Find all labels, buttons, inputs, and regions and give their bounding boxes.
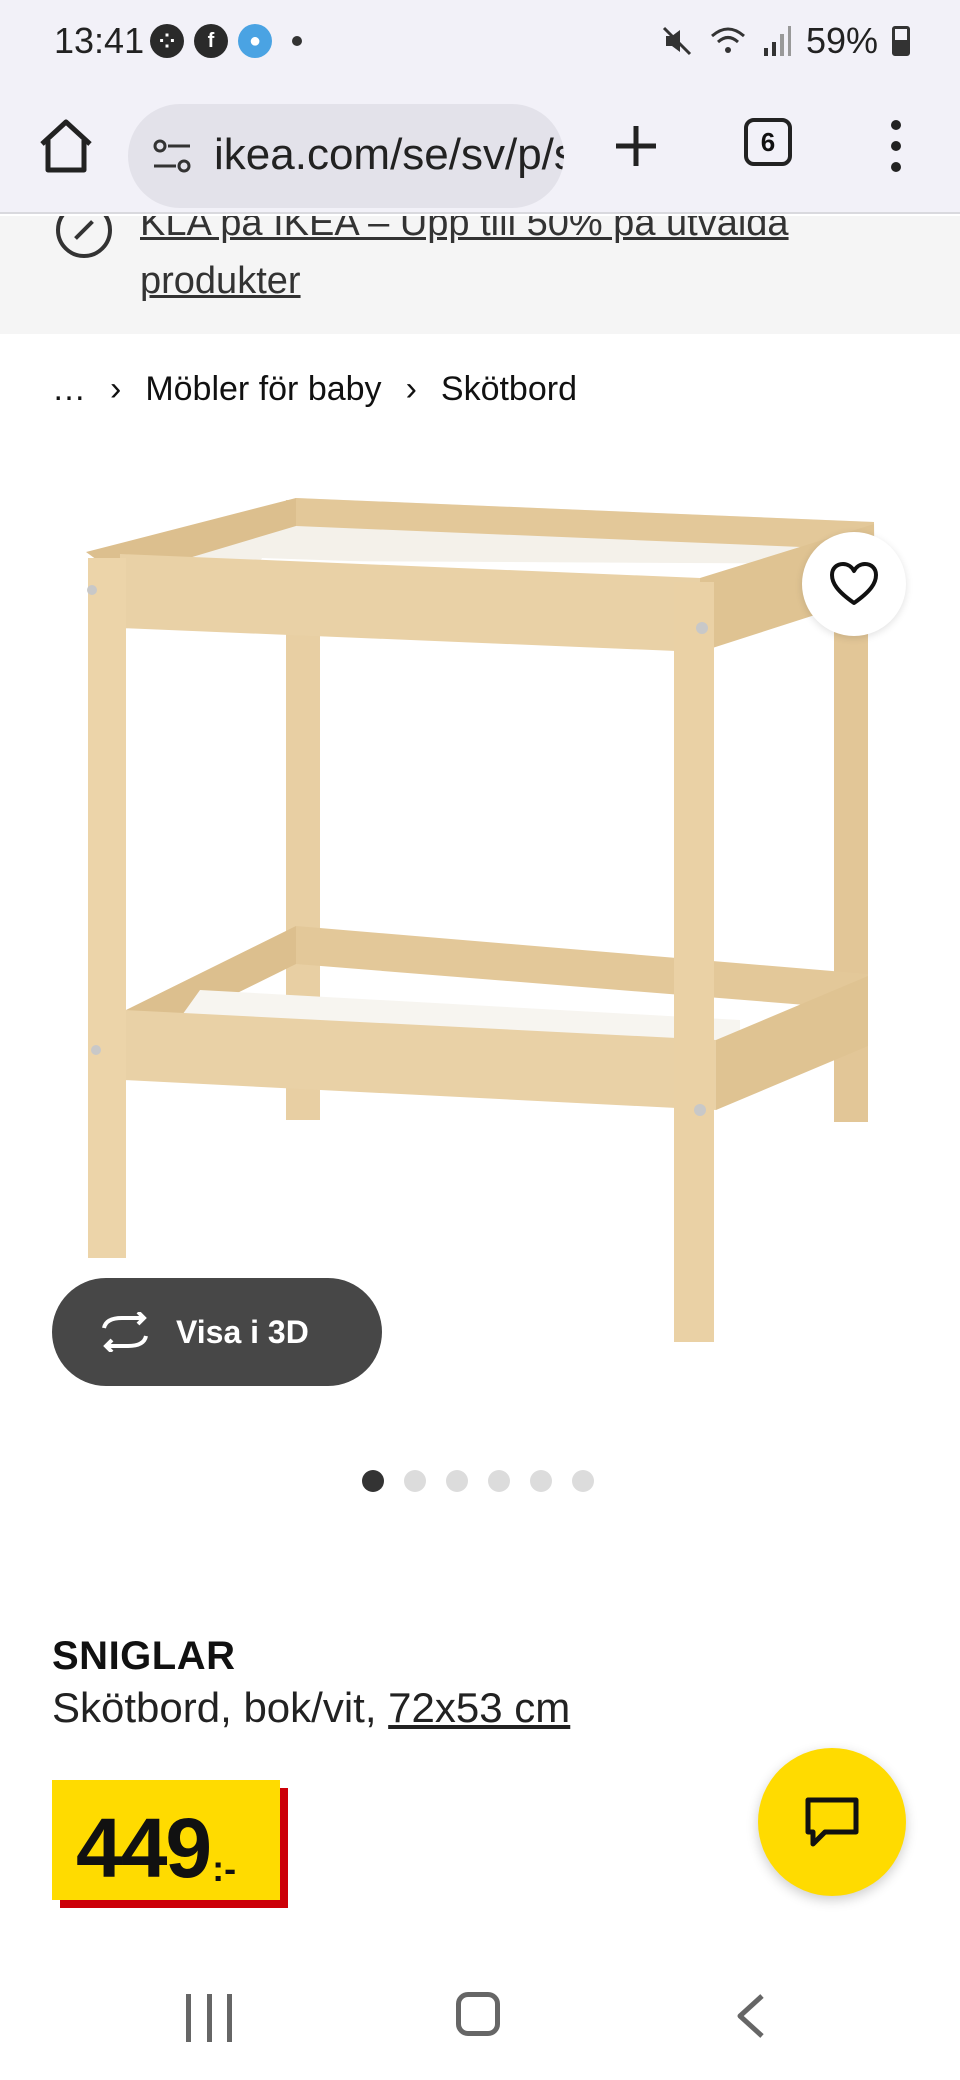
price-box: 449 :-: [52, 1780, 280, 1900]
promo-link[interactable]: KLA på IKEA – Upp till 50% på utvalda pr…: [140, 216, 860, 310]
pagination-dot-6[interactable]: [572, 1470, 594, 1492]
breadcrumb-ellipsis[interactable]: …: [52, 370, 86, 409]
url-text[interactable]: ikea.com/se/sv/p/s: [214, 130, 564, 180]
cookie-icon: ⁘: [150, 24, 184, 58]
back-icon[interactable]: [732, 1992, 768, 2040]
more-notifications-icon: [292, 36, 302, 46]
tab-switcher-button[interactable]: 6: [744, 118, 792, 166]
pagination-dot-3[interactable]: [446, 1470, 468, 1492]
location-icon: ●: [238, 24, 272, 58]
status-bar: 13:41 ⁘ f ● 59%: [0, 0, 960, 86]
overflow-menu-icon[interactable]: [876, 114, 916, 178]
status-time: 13:41: [54, 20, 145, 61]
rotate-3d-icon: [102, 1312, 148, 1352]
product-name: SNIGLAR: [52, 1634, 236, 1678]
price-tag: 449 :-: [52, 1780, 288, 1908]
system-navigation-bar: [0, 1960, 960, 2080]
promo-banner[interactable]: KLA på IKEA – Upp till 50% på utvalda pr…: [0, 216, 960, 334]
favorite-button[interactable]: [802, 532, 906, 636]
site-settings-icon[interactable]: [150, 134, 194, 178]
notification-icons: ⁘ f ●: [150, 24, 302, 58]
mute-icon: [662, 26, 691, 56]
view-3d-label: Visa i 3D: [176, 1313, 309, 1350]
breadcrumb-item-baby-furniture[interactable]: Möbler för baby: [145, 370, 381, 409]
pagination-dot-5[interactable]: [530, 1470, 552, 1492]
home-icon[interactable]: [34, 114, 98, 178]
battery-percent: 59%: [805, 20, 878, 61]
home-nav-icon[interactable]: [456, 1992, 500, 2036]
chevron-right-icon: ›: [110, 370, 122, 408]
product-size-link[interactable]: 72x53 cm: [388, 1684, 570, 1731]
recent-apps-icon[interactable]: [186, 1994, 232, 2042]
heart-icon: [830, 562, 878, 605]
image-pagination: [362, 1470, 594, 1492]
product-type: Skötbord, bok/vit,: [52, 1684, 377, 1731]
signal-icon: [763, 26, 791, 56]
pagination-dot-4[interactable]: [488, 1470, 510, 1492]
price-suffix: :-: [212, 1848, 237, 1889]
breadcrumb: … › Möbler för baby › Skötbord: [52, 370, 577, 409]
pagination-dot-2[interactable]: [404, 1470, 426, 1492]
price-value: 449: [76, 1801, 212, 1895]
battery-icon: [892, 26, 910, 56]
new-tab-icon[interactable]: [604, 114, 668, 178]
pagination-dot-1[interactable]: [362, 1470, 384, 1492]
wifi-icon: [710, 27, 745, 53]
browser-toolbar: ikea.com/se/sv/p/s 6: [0, 86, 960, 214]
chat-icon: [805, 1797, 859, 1847]
system-icons: 59%: [660, 20, 910, 62]
promo-tag-icon: [56, 216, 112, 258]
chat-button[interactable]: [758, 1748, 906, 1896]
view-3d-button[interactable]: Visa i 3D: [52, 1278, 382, 1386]
breadcrumb-item-changing-tables[interactable]: Skötbord: [441, 370, 577, 409]
chevron-right-icon: ›: [405, 370, 417, 408]
product-description: Skötbord, bok/vit, 72x53 cm: [52, 1684, 570, 1732]
address-bar[interactable]: ikea.com/se/sv/p/s: [128, 104, 564, 208]
facebook-icon: f: [194, 24, 228, 58]
